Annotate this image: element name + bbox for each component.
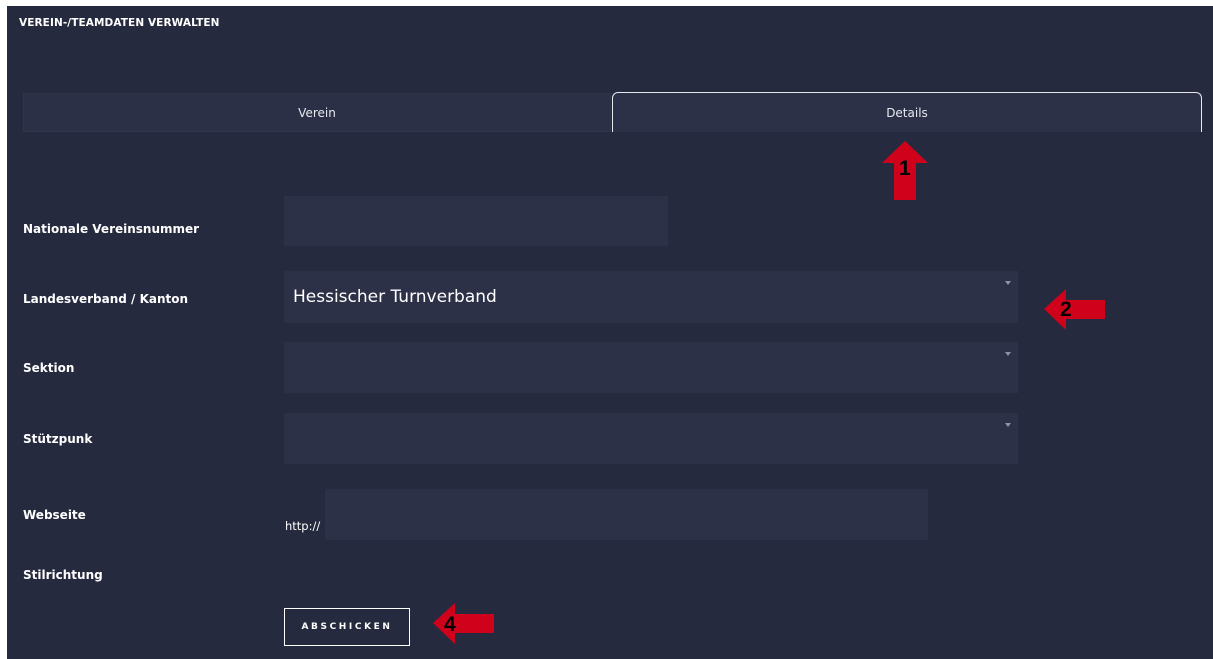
landesverband-label: Landesverband / Kanton [23,292,189,306]
club-data-panel: VEREIN-/TEAMDATEN VERWALTEN Verein Detai… [7,6,1213,659]
red-arrow-left-icon [1044,289,1105,330]
caret-down-icon [1005,281,1011,285]
submit-button[interactable]: ABSCHICKEN [284,608,410,646]
national-number-input[interactable] [284,196,668,246]
annotation-arrow-4: 4 [432,602,495,646]
stuetzpunkt-select[interactable] [284,413,1018,464]
stuetzpunkt-label: Stützpunk [23,432,93,446]
page-title: VEREIN-/TEAMDATEN VERWALTEN [19,17,220,29]
annotation-arrow-1: 1 [880,139,930,201]
sektion-label: Sektion [23,361,75,375]
national-number-label: Nationale Vereinsnummer [23,222,200,236]
webseite-prefix: http:// [285,519,321,533]
landesverband-selected-value: Hessischer Turnverband [293,287,497,307]
sektion-select[interactable] [284,342,1018,393]
caret-down-icon [1005,352,1011,356]
webseite-input[interactable] [325,489,928,540]
annotation-number-2: 2 [1060,298,1072,321]
tab-details[interactable]: Details [612,92,1202,132]
red-arrow-left-icon [433,603,494,644]
annotation-number-1: 1 [899,157,911,180]
caret-down-icon [1005,423,1011,427]
annotation-number-4: 4 [444,613,456,636]
stilrichtung-label: Stilrichtung [23,568,103,582]
webseite-label: Webseite [23,508,86,522]
tab-verein[interactable]: Verein [23,93,611,132]
landesverband-select[interactable]: Hessischer Turnverband [284,271,1018,323]
tab-bar: Verein Details [23,92,1202,132]
annotation-arrow-2: 2 [1043,288,1106,332]
